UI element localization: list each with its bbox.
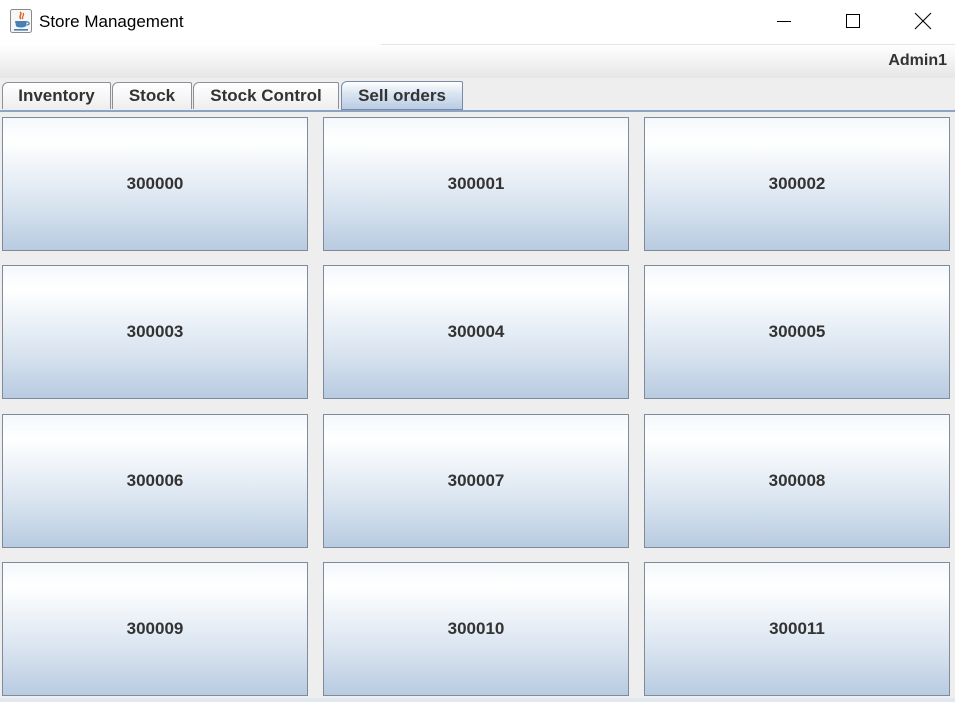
sell-orders-grid: 300000 300001 300002 300003 300004 30000… (0, 112, 955, 702)
tab-sell-orders[interactable]: Sell orders (341, 81, 463, 110)
user-bar: Admin1 (0, 44, 955, 78)
order-button[interactable]: 300005 (644, 265, 950, 399)
order-button[interactable]: 300003 (2, 265, 308, 399)
order-button[interactable]: 300011 (644, 562, 950, 696)
window-bottom-edge (0, 698, 955, 702)
order-button[interactable]: 300009 (2, 562, 308, 696)
maximize-button[interactable] (818, 0, 888, 42)
order-button[interactable]: 300008 (644, 414, 950, 548)
title-bar[interactable]: Store Management (0, 0, 955, 44)
java-cup-icon (10, 9, 32, 33)
window-title: Store Management (39, 12, 184, 31)
order-button[interactable]: 300007 (323, 414, 629, 548)
minimize-icon (777, 21, 791, 22)
order-button[interactable]: 300004 (323, 265, 629, 399)
order-button[interactable]: 300000 (2, 117, 308, 251)
store-management-window: Store Management Admin1 Inventory Stock … (0, 0, 955, 702)
close-icon (914, 12, 932, 30)
order-button[interactable]: 300010 (323, 562, 629, 696)
maximize-icon (846, 14, 860, 28)
tab-inventory[interactable]: Inventory (2, 82, 111, 109)
close-button[interactable] (888, 0, 955, 42)
order-button[interactable]: 300002 (644, 117, 950, 251)
current-user-label: Admin1 (888, 52, 947, 69)
tab-stock[interactable]: Stock (112, 82, 192, 109)
tab-stock-control[interactable]: Stock Control (193, 82, 339, 109)
order-button[interactable]: 300006 (2, 414, 308, 548)
minimize-button[interactable] (749, 0, 819, 42)
tab-strip: Inventory Stock Stock Control Sell order… (0, 78, 955, 112)
order-button[interactable]: 300001 (323, 117, 629, 251)
divider (381, 44, 955, 45)
